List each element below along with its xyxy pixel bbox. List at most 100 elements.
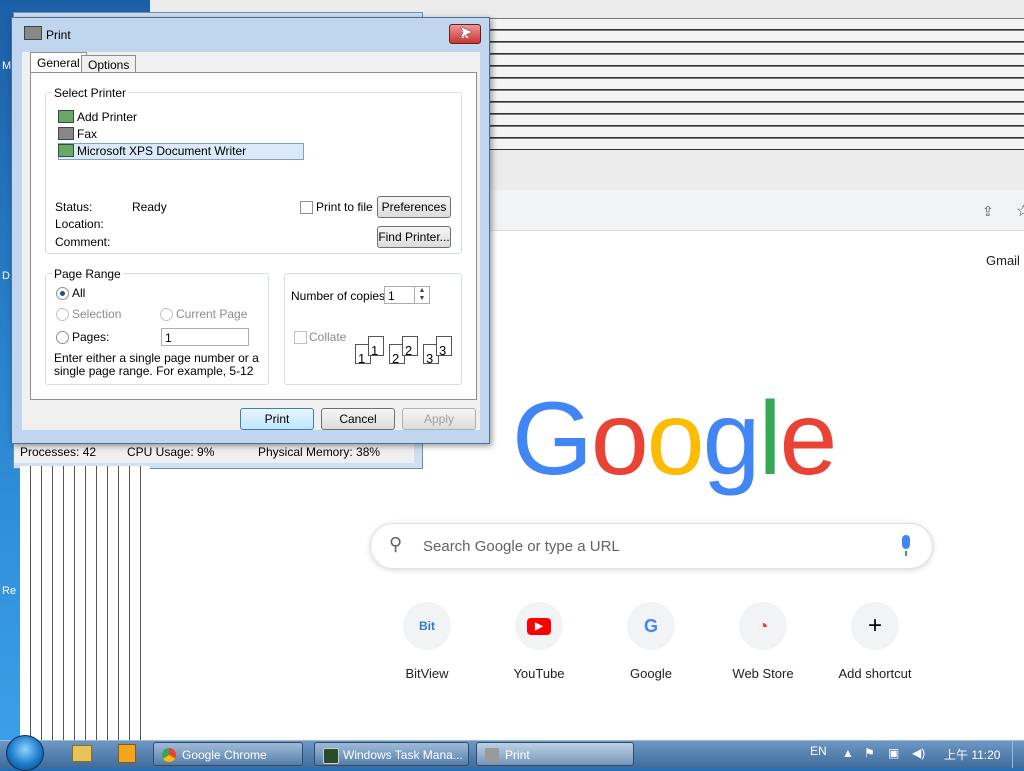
all-pages-label: All	[72, 286, 86, 300]
cancel-button[interactable]: Cancel	[321, 408, 395, 430]
window-titlebar[interactable]	[490, 114, 1024, 126]
show-desktop-button[interactable]	[1012, 741, 1024, 768]
add-printer-icon	[58, 110, 74, 123]
printer-label: Add Printer	[77, 110, 138, 124]
media-player-icon[interactable]	[118, 744, 136, 763]
taskbar-print[interactable]: Print	[476, 742, 634, 766]
shortcut-label: BitView	[405, 666, 449, 681]
start-button[interactable]	[6, 735, 44, 771]
selection-radio[interactable]	[56, 308, 69, 321]
cpu-usage: CPU Usage: 9%	[127, 445, 215, 459]
share-icon[interactable]: ⇪	[982, 203, 998, 219]
dialog-title: Print	[46, 28, 71, 42]
current-page-radio[interactable]	[160, 308, 173, 321]
task-manager-icon	[323, 748, 339, 764]
printer-fax[interactable]: Fax	[58, 127, 97, 141]
selection-label: Selection	[72, 307, 122, 321]
collate-label: Collate	[309, 330, 347, 344]
shortcut-google[interactable]: G Google	[601, 602, 701, 681]
printer-icon	[24, 26, 42, 40]
youtube-icon: ▶	[515, 602, 563, 650]
search-box[interactable]: ⚲ Search Google or type a URL	[370, 523, 933, 569]
window-titlebar[interactable]	[490, 18, 1024, 30]
clock[interactable]: 上午 11:20	[944, 746, 1000, 763]
printer-label: Fax	[77, 127, 98, 141]
shortcut-label: YouTube	[513, 666, 565, 681]
status-label: Status:	[55, 200, 93, 214]
apply-button[interactable]: Apply	[402, 408, 476, 430]
collate-page-icon: 1	[368, 336, 384, 358]
print-to-file-label: Print to file	[316, 200, 373, 214]
window-titlebar[interactable]	[490, 78, 1024, 90]
shortcut-youtube[interactable]: ▶ YouTube	[489, 602, 589, 681]
window-titlebar[interactable]	[490, 54, 1024, 66]
mouse-cursor-icon: ➤	[459, 24, 473, 41]
microphone-icon[interactable]	[902, 535, 910, 556]
cascaded-window-titlebars	[490, 18, 1024, 178]
add-shortcut-button[interactable]: + Add shortcut	[825, 602, 925, 681]
preferences-button[interactable]: Preferences	[377, 196, 451, 218]
stacked-windows-edges	[20, 466, 150, 740]
processes-count: Processes: 42	[20, 445, 97, 459]
xps-printer-icon	[58, 144, 74, 157]
bitview-icon: Bit	[403, 602, 451, 650]
page-range-hint: Enter either a single page number or a s…	[54, 351, 259, 378]
print-to-file-checkbox[interactable]	[300, 201, 313, 214]
search-icon: ⚲	[389, 534, 403, 554]
desktop-icon-label[interactable]: Re	[2, 585, 16, 597]
print-button[interactable]: Print	[240, 408, 314, 430]
google-logo: Google	[512, 380, 837, 499]
copies-spinner[interactable]: ▲ ▼	[414, 287, 429, 303]
shortcut-label: Google	[630, 666, 672, 681]
network-icon[interactable]: ▣	[888, 746, 899, 760]
window-titlebar[interactable]	[490, 42, 1024, 54]
taskbar-task-manager[interactable]: Windows Task Mana...	[314, 742, 469, 766]
printer-add-printer[interactable]: Add Printer	[58, 110, 137, 124]
desktop-icon-label[interactable]: M	[2, 60, 11, 72]
current-page-label: Current Page	[176, 307, 248, 321]
plus-icon: +	[851, 602, 899, 650]
tab-options[interactable]: Options	[81, 55, 137, 73]
taskbar-label: Google Chrome	[182, 748, 267, 762]
logo-letter: o	[646, 381, 705, 497]
bookmark-star-icon[interactable]: ☆	[1016, 201, 1024, 221]
gmail-link[interactable]: Gmail	[986, 253, 1020, 268]
comment-label: Comment:	[55, 235, 111, 249]
collate-page-icon: 3	[436, 336, 452, 358]
all-pages-radio[interactable]	[56, 287, 69, 300]
desktop-icon-label[interactable]: D	[2, 270, 10, 282]
pages-radio[interactable]	[56, 331, 69, 344]
tab-general[interactable]: General	[30, 52, 87, 74]
taskbar-label: Windows Task Mana...	[343, 748, 463, 762]
action-center-flag-icon[interactable]: ⚑	[864, 746, 875, 760]
printer-label: Microsoft XPS Document Writer	[77, 144, 247, 158]
window-titlebar[interactable]	[490, 102, 1024, 114]
printer-xps[interactable]: Microsoft XPS Document Writer	[58, 144, 246, 158]
collate-checkbox[interactable]	[294, 331, 307, 344]
explorer-icon[interactable]	[72, 745, 92, 762]
shortcut-label: Web Store	[732, 666, 794, 681]
location-label: Location:	[55, 217, 104, 231]
volume-icon[interactable]: ◀)	[912, 746, 925, 760]
window-titlebar[interactable]	[490, 90, 1024, 102]
window-titlebar[interactable]	[490, 138, 1024, 150]
search-input[interactable]: Search Google or type a URL	[423, 538, 620, 555]
taskbar-chrome[interactable]: Google Chrome	[153, 742, 303, 766]
pages-label: Pages:	[72, 330, 110, 344]
page-range-label: Page Range	[52, 267, 123, 281]
window-titlebar[interactable]	[490, 66, 1024, 78]
window-titlebar[interactable]	[490, 30, 1024, 42]
pages-input[interactable]: 1	[161, 328, 249, 346]
window-titlebar[interactable]	[490, 126, 1024, 138]
show-hidden-icons[interactable]: ▲	[842, 746, 854, 760]
shortcut-web-store[interactable]: ◔ Web Store	[713, 602, 813, 681]
web-store-icon: ◔	[739, 602, 787, 650]
find-printer-button[interactable]: Find Printer...	[377, 226, 451, 248]
copies-label: Number of copies:	[291, 289, 389, 303]
shortcut-label: Add shortcut	[838, 666, 912, 681]
fax-icon	[58, 127, 74, 140]
shortcut-bitview[interactable]: Bit BitView	[377, 602, 477, 681]
logo-letter: g	[702, 381, 761, 497]
language-indicator[interactable]: EN	[810, 744, 827, 758]
taskbar-label: Print	[505, 748, 530, 762]
